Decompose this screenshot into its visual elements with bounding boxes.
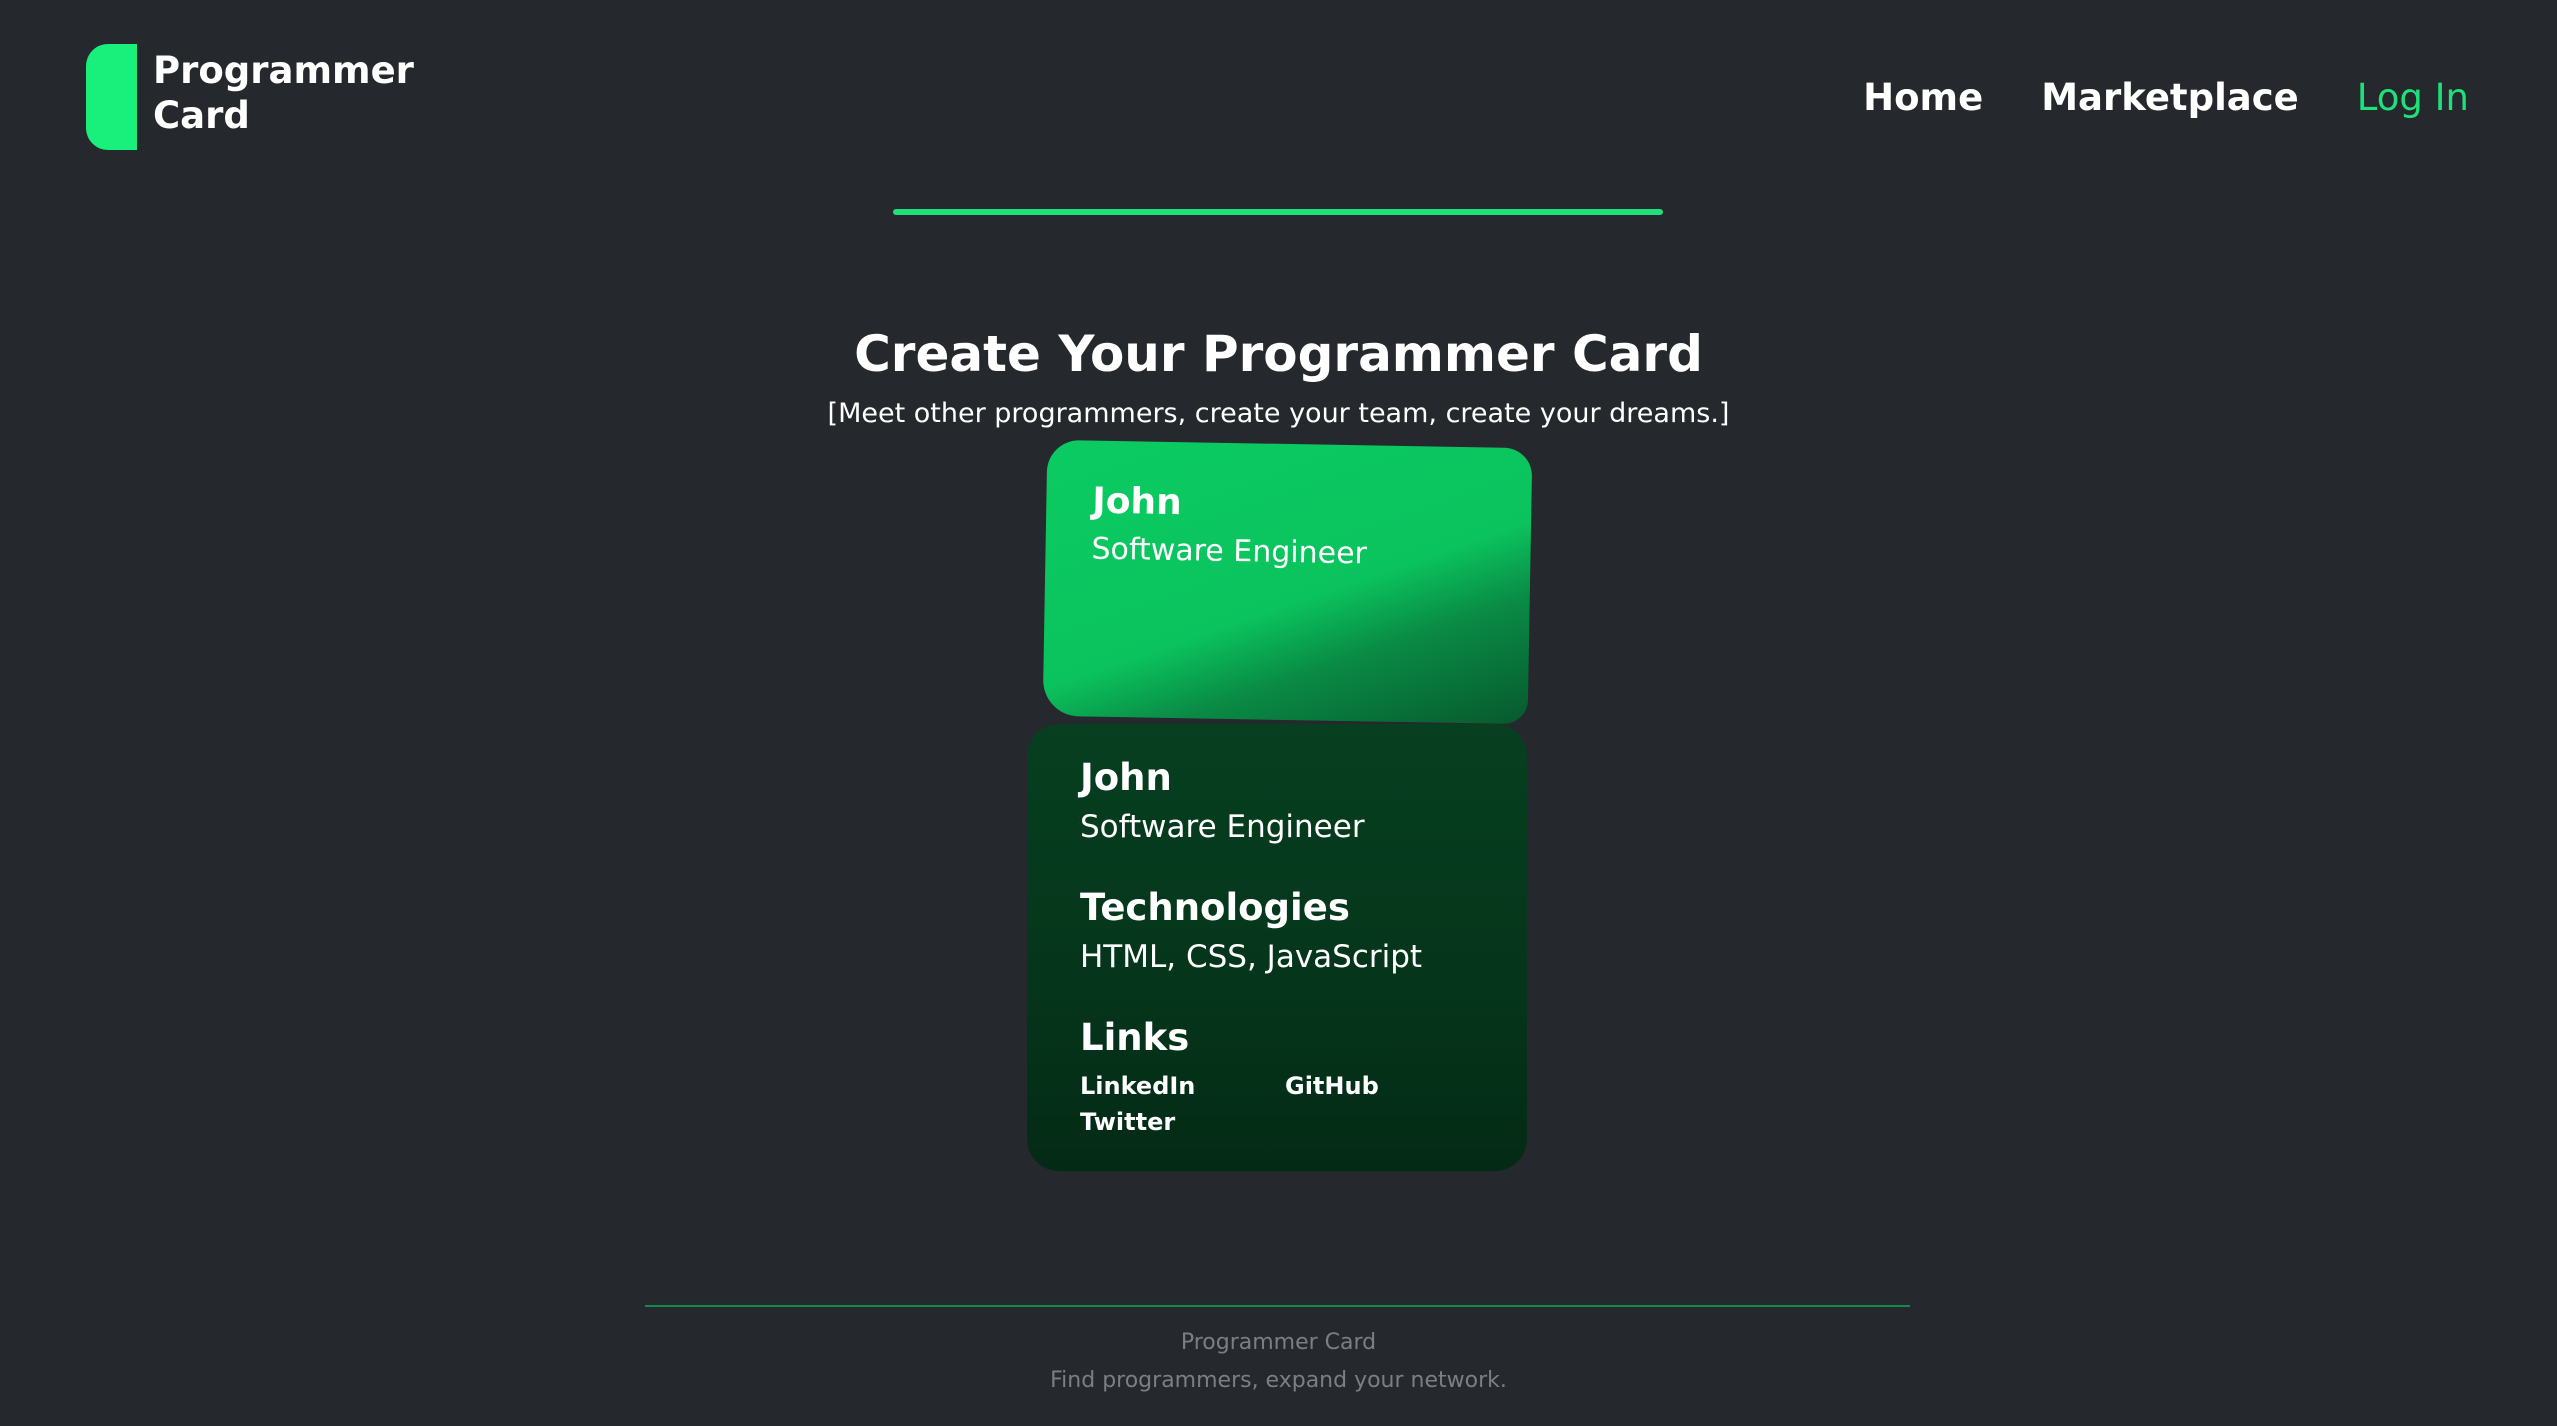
logo-line-1: Programmer — [153, 49, 414, 92]
card-front-role: Software Engineer — [1091, 531, 1368, 572]
footer-divider — [645, 1305, 1910, 1307]
main-nav: Home Marketplace Log In — [1863, 76, 2469, 119]
links-heading: Links — [1080, 1016, 1190, 1059]
card-front[interactable]: John Software Engineer — [1042, 439, 1533, 725]
footer-title: Programmer Card — [1180, 1330, 1377, 1355]
technologies-list: HTML, CSS, JavaScript — [1080, 939, 1423, 975]
accent-bar — [893, 209, 1663, 215]
technologies-heading: Technologies — [1080, 886, 1350, 929]
page-subtitle: [Meet other programmers, create your tea… — [827, 398, 1730, 429]
logo-text: Programmer Card — [153, 48, 414, 138]
nav-marketplace-link[interactable]: Marketplace — [2041, 76, 2299, 119]
footer-tagline: Find programmers, expand your network. — [1050, 1368, 1507, 1393]
nav-login-link[interactable]: Log In — [2357, 76, 2469, 119]
card-front-name: John — [1092, 480, 1183, 524]
page-title: Create Your Programmer Card — [854, 325, 1703, 383]
twitter-link[interactable]: Twitter — [1080, 1108, 1175, 1136]
card-back-name: John — [1080, 756, 1172, 799]
linkedin-link[interactable]: LinkedIn — [1080, 1072, 1195, 1100]
nav-home-link[interactable]: Home — [1863, 76, 1983, 119]
github-link[interactable]: GitHub — [1285, 1072, 1379, 1100]
card-back[interactable]: John Software Engineer Technologies HTML… — [1027, 724, 1527, 1171]
logo-line-2: Card — [153, 94, 250, 137]
logo-mark-icon — [86, 44, 137, 150]
card-back-role: Software Engineer — [1080, 809, 1365, 845]
